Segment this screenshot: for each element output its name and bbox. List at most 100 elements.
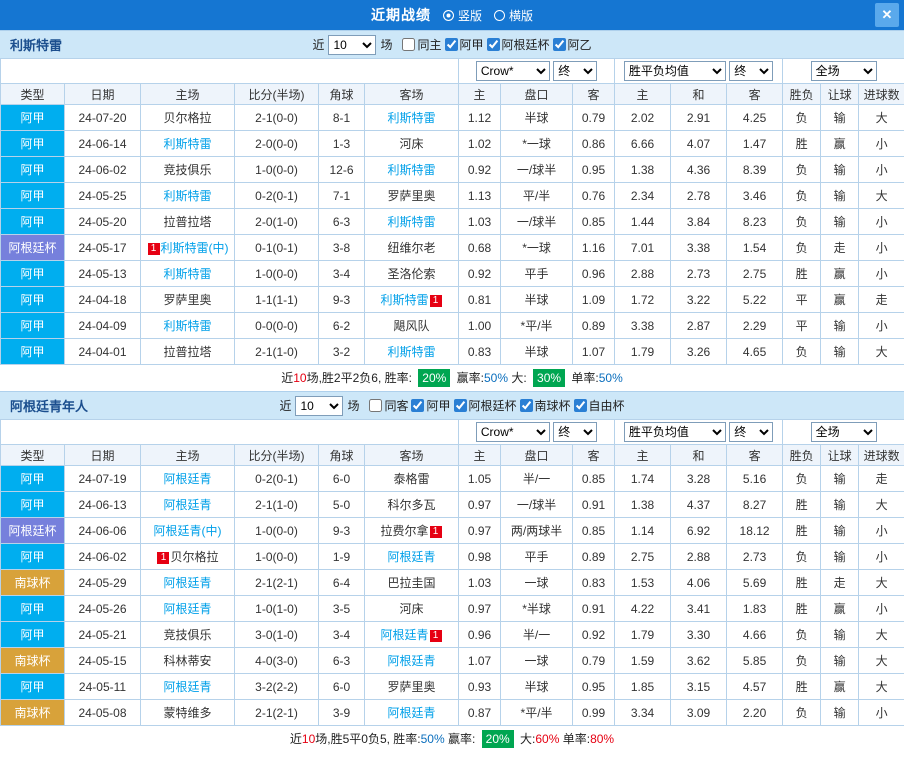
- result-outcome: 负: [782, 647, 822, 674]
- radio-input-vertical[interactable]: [442, 9, 454, 21]
- match-score: 0-2(0-1): [234, 182, 319, 209]
- close-button[interactable]: ✕: [875, 3, 899, 27]
- result-outcome: 胜: [782, 260, 822, 287]
- result-outcome: 胜: [782, 569, 822, 596]
- layout-radio-vertical[interactable]: 竖版: [442, 7, 482, 24]
- avg-time-select[interactable]: 终: [729, 61, 774, 81]
- avg-draw-odds: 3.38: [670, 234, 728, 261]
- corner-score: 3-4: [318, 621, 365, 648]
- team-name: 拉普拉塔: [163, 215, 212, 229]
- filter-checkbox-同客[interactable]: 同客: [369, 397, 408, 414]
- checkbox-input[interactable]: [369, 399, 383, 412]
- home-odds: 1.02: [458, 130, 502, 157]
- result-handicap: 赢: [820, 130, 860, 157]
- bookmaker-select[interactable]: Crow*: [475, 61, 550, 81]
- filter-checkbox-阿甲[interactable]: 阿甲: [444, 36, 484, 53]
- scope-select[interactable]: 全场: [810, 61, 877, 81]
- team-name: 利斯特雷: [163, 319, 212, 333]
- filter-checkbox-阿乙[interactable]: 阿乙: [552, 36, 592, 53]
- match-score: 4-0(3-0): [234, 647, 319, 674]
- avg-away-odds: 2.73: [726, 543, 784, 570]
- avg-away-odds: 8.39: [726, 156, 784, 183]
- home-team-cell: 拉普拉塔: [140, 208, 235, 235]
- filter-checkbox-自由杯[interactable]: 自由杯: [573, 397, 625, 414]
- section-controls: 近 10 场 同主 阿甲 阿根廷杯 阿乙: [312, 34, 592, 55]
- avg-time-select[interactable]: 终: [729, 422, 774, 442]
- team-name: 泰格雷: [393, 472, 430, 486]
- bookmaker-time-select[interactable]: 终: [553, 61, 598, 81]
- away-odds: 0.85: [572, 208, 616, 235]
- games-count-select[interactable]: 10: [295, 395, 344, 416]
- checkbox-input[interactable]: [519, 399, 533, 412]
- filter-checkbox-阿甲[interactable]: 阿甲: [411, 397, 451, 414]
- team-name: 蒙特维多: [163, 706, 212, 720]
- bookmaker-time-select[interactable]: 终: [553, 422, 598, 442]
- handicap-line: 平手: [500, 543, 574, 570]
- avg-odds-select[interactable]: 胜平负均值: [623, 61, 726, 81]
- match-score: 2-1(0-0): [234, 104, 319, 131]
- corner-score: 6-4: [318, 569, 365, 596]
- handicap-line: 半球: [500, 673, 574, 700]
- summary-text: 赢率:: [444, 732, 479, 746]
- team-name: 河床: [399, 137, 424, 151]
- avg-home-odds: 1.79: [614, 338, 672, 365]
- match-row: 阿甲 24-05-11 阿根廷青 3-2(2-2) 6-0 罗萨里奥 0.93 半球 0.95 1…: [0, 673, 904, 700]
- checkbox-input[interactable]: [402, 38, 416, 51]
- avg-home-odds: 1.14: [614, 517, 672, 544]
- result-goals: 大: [858, 104, 904, 131]
- away-odds: 0.99: [572, 699, 616, 726]
- bookmaker-select[interactable]: Crow*: [475, 422, 550, 442]
- match-row: 阿甲 24-07-20 贝尔格拉 2-1(0-0) 8-1 利斯特雷 1.12 半球 0.79 2…: [0, 104, 904, 131]
- avg-away-odds: 1.54: [726, 234, 784, 261]
- result-outcome: 胜: [782, 595, 822, 622]
- filter-checkbox-阿根廷杯[interactable]: 阿根廷杯: [453, 397, 517, 414]
- league-type-cell: 阿根廷杯: [0, 517, 65, 544]
- home-team-cell: 利斯特雷: [140, 130, 235, 157]
- handicap-line: *一球: [500, 234, 574, 261]
- home-team-cell: 阿根廷青: [140, 569, 235, 596]
- corner-score: 8-1: [318, 104, 365, 131]
- league-type-cell: 阿甲: [0, 260, 65, 287]
- match-date: 24-04-18: [64, 286, 141, 313]
- avg-odds-select[interactable]: 胜平负均值: [623, 422, 726, 442]
- away-odds: 0.85: [572, 517, 616, 544]
- checkbox-input[interactable]: [411, 399, 425, 412]
- away-team-cell: 河床: [363, 130, 460, 157]
- result-outcome: 平: [782, 312, 822, 339]
- avg-away-odds: 4.25: [726, 104, 784, 131]
- layout-radio-horizontal[interactable]: 横版: [494, 7, 533, 24]
- result-goals: 小: [858, 208, 904, 235]
- filter-checkbox-同主[interactable]: 同主: [402, 36, 442, 53]
- match-row: 阿甲 24-04-09 利斯特雷 0-0(0-0) 6-2 飓风队 1.00 *平/半 0.89…: [0, 312, 904, 339]
- avg-home-odds: 1.59: [614, 647, 672, 674]
- checkbox-input[interactable]: [486, 38, 500, 51]
- scope-select[interactable]: 全场: [810, 422, 877, 442]
- games-count-select[interactable]: 10: [328, 34, 377, 55]
- corner-score: 3-2: [318, 338, 365, 365]
- result-goals: 小: [858, 595, 904, 622]
- checkbox-input[interactable]: [552, 38, 566, 51]
- section-team-2: 阿根廷青年人 近 10 场 同客 阿甲 阿根廷杯 南球杯 自由杯 Crow* 终 胜平负…: [0, 391, 904, 752]
- radio-input-horizontal[interactable]: [494, 9, 505, 21]
- checkbox-input[interactable]: [453, 399, 467, 412]
- result-goals: 大: [858, 673, 904, 700]
- home-odds: 0.68: [458, 234, 502, 261]
- filter-checkbox-阿根廷杯[interactable]: 阿根廷杯: [486, 36, 550, 53]
- col-avg-away: 客: [726, 444, 784, 466]
- avg-away-odds: 2.20: [726, 699, 784, 726]
- avg-home-odds: 1.79: [614, 621, 672, 648]
- handicap-line: *半球: [500, 595, 574, 622]
- checkbox-input[interactable]: [573, 399, 587, 412]
- checkbox-input[interactable]: [444, 38, 458, 51]
- corner-score: 7-1: [318, 182, 365, 209]
- match-score: 2-0(0-0): [234, 130, 319, 157]
- home-odds: 0.97: [458, 517, 502, 544]
- result-handicap: 输: [820, 104, 860, 131]
- result-goals: 小: [858, 517, 904, 544]
- filter-checkbox-南球杯[interactable]: 南球杯: [519, 397, 571, 414]
- near-label: 近: [279, 399, 292, 413]
- match-date: 24-05-29: [64, 569, 141, 596]
- team-name: 罗萨里奥: [387, 680, 436, 694]
- away-team-cell: 阿根廷青: [363, 647, 460, 674]
- result-outcome: 胜: [782, 491, 822, 518]
